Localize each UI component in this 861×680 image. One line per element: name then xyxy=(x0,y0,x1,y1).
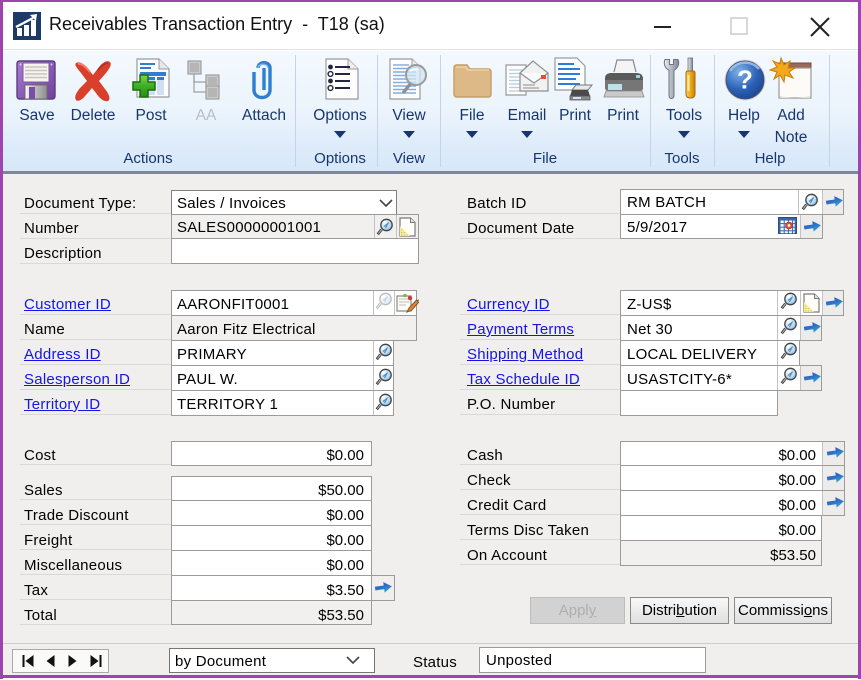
svg-text:?: ? xyxy=(737,65,753,95)
